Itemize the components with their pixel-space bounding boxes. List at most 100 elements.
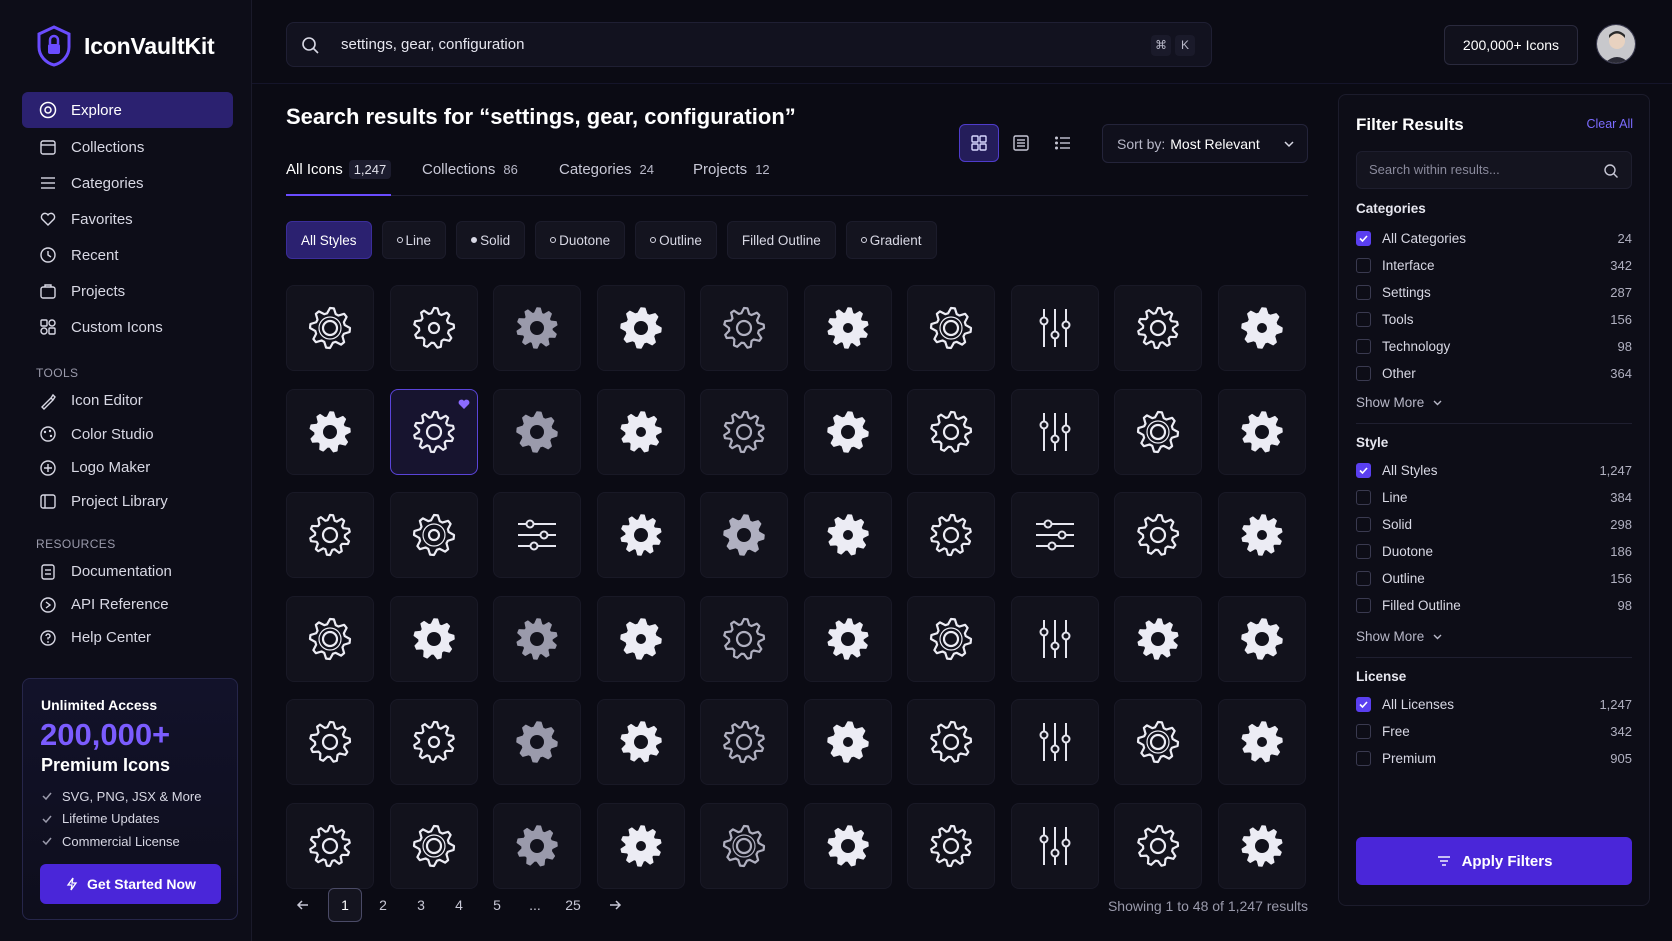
apply-filters-button[interactable]: Apply Filters: [1356, 837, 1632, 885]
style-option[interactable]: Solid 298: [1356, 513, 1632, 535]
icon-result-card[interactable]: [596, 802, 685, 889]
checkbox-icon[interactable]: [1356, 750, 1371, 766]
tab-collections[interactable]: Collections 86: [422, 161, 518, 196]
icon-result-card[interactable]: [1114, 595, 1202, 682]
checkbox-icon[interactable]: [1356, 543, 1371, 559]
icon-result-card[interactable]: [907, 388, 995, 475]
icon-result-card[interactable]: [493, 388, 581, 475]
nav-item-help-center[interactable]: Help Center: [22, 621, 233, 654]
icon-result-card[interactable]: [803, 802, 892, 889]
chip-filled-outline[interactable]: Filled Outline: [726, 221, 836, 259]
clear-all-link[interactable]: Clear All: [1586, 117, 1633, 131]
icon-result-card[interactable]: [389, 388, 478, 475]
icon-result-card[interactable]: [286, 595, 374, 682]
license-option[interactable]: Premium 905: [1356, 747, 1632, 769]
checkbox-icon[interactable]: [1356, 516, 1371, 532]
favorite-heart-icon[interactable]: [457, 397, 471, 411]
icon-result-card[interactable]: [907, 802, 995, 889]
style-show-more[interactable]: Show More: [1356, 629, 1443, 644]
icon-result-card[interactable]: [1114, 699, 1202, 785]
chip-duotone[interactable]: Duotone: [535, 221, 626, 259]
icon-result-card[interactable]: [1217, 595, 1306, 682]
icon-result-card[interactable]: [493, 492, 581, 578]
nav-item-projects[interactable]: Projects: [22, 273, 233, 309]
icon-result-card[interactable]: [1217, 492, 1306, 578]
checkbox-icon[interactable]: [1356, 257, 1371, 273]
style-option[interactable]: Filled Outline 98: [1356, 594, 1632, 616]
icon-result-card[interactable]: [1010, 699, 1099, 785]
checkbox-icon[interactable]: [1356, 284, 1371, 300]
icon-result-card[interactable]: [493, 699, 581, 785]
icon-result-card[interactable]: [700, 285, 788, 371]
style-option[interactable]: Line 384: [1356, 486, 1632, 508]
checkbox-icon[interactable]: [1356, 338, 1371, 354]
icon-result-card[interactable]: [1114, 285, 1202, 371]
app-logo[interactable]: IconVaultKit: [36, 25, 215, 67]
icon-result-card[interactable]: [286, 492, 374, 578]
category-option[interactable]: Technology 98: [1356, 335, 1632, 357]
icon-result-card[interactable]: [1114, 388, 1202, 475]
icon-result-card[interactable]: [907, 595, 995, 682]
icon-result-card[interactable]: [389, 595, 478, 682]
icon-result-card[interactable]: [700, 492, 788, 578]
avatar[interactable]: [1596, 24, 1636, 64]
icon-count-badge[interactable]: 200,000+ Icons: [1444, 25, 1578, 65]
icon-result-card[interactable]: [493, 802, 581, 889]
nav-item-documentation[interactable]: Documentation: [22, 555, 233, 588]
checkbox-checked-icon[interactable]: [1356, 696, 1371, 712]
page-25[interactable]: 25: [556, 888, 590, 922]
icon-result-card[interactable]: [596, 492, 685, 578]
icon-result-card[interactable]: [803, 595, 892, 682]
icon-result-card[interactable]: [389, 699, 478, 785]
icon-result-card[interactable]: [803, 699, 892, 785]
nav-item-color-studio[interactable]: Color Studio: [22, 418, 233, 452]
categories-show-more[interactable]: Show More: [1356, 395, 1443, 410]
nav-item-collections[interactable]: Collections: [22, 129, 233, 165]
page-1[interactable]: 1: [328, 888, 362, 922]
nav-item-project-library[interactable]: Project Library: [22, 485, 233, 519]
chip-line[interactable]: Line: [381, 221, 447, 259]
icon-result-card[interactable]: [493, 285, 581, 371]
icon-result-card[interactable]: [803, 492, 892, 578]
page-5[interactable]: 5: [480, 888, 514, 922]
chip-solid[interactable]: Solid: [456, 221, 526, 259]
icon-result-card[interactable]: [493, 595, 581, 682]
style-option[interactable]: All Styles 1,247: [1356, 459, 1632, 481]
category-option[interactable]: Interface 342: [1356, 254, 1632, 276]
next-page-button[interactable]: [598, 888, 632, 922]
nav-item-favorites[interactable]: Favorites: [22, 201, 233, 237]
get-started-button[interactable]: Get Started Now: [40, 864, 221, 904]
nav-item-logo-maker[interactable]: Logo Maker: [22, 451, 233, 485]
icon-result-card[interactable]: [907, 492, 995, 578]
category-option[interactable]: Tools 156: [1356, 308, 1632, 330]
icon-result-card[interactable]: [1217, 388, 1306, 475]
category-option[interactable]: All Categories 24: [1356, 227, 1632, 249]
icon-result-card[interactable]: [286, 699, 374, 785]
tab-projects[interactable]: Projects 12: [693, 161, 770, 196]
icon-result-card[interactable]: [1010, 492, 1099, 578]
license-option[interactable]: All Licenses 1,247: [1356, 693, 1632, 715]
category-option[interactable]: Settings 287: [1356, 281, 1632, 303]
chip-all-styles[interactable]: All Styles: [286, 221, 372, 259]
nav-item-icon-editor[interactable]: Icon Editor: [22, 384, 233, 418]
icon-result-card[interactable]: [700, 802, 788, 889]
search-bar[interactable]: settings, gear, configuration ⌘ K: [286, 22, 1212, 67]
nav-item-recent[interactable]: Recent: [22, 237, 233, 273]
icon-result-card[interactable]: [907, 699, 995, 785]
nav-item-explore[interactable]: Explore: [22, 92, 233, 128]
checkbox-icon[interactable]: [1356, 570, 1371, 586]
icon-result-card[interactable]: [907, 285, 995, 371]
checkbox-checked-icon[interactable]: [1356, 462, 1371, 478]
icon-result-card[interactable]: [700, 595, 788, 682]
checkbox-icon[interactable]: [1356, 723, 1371, 739]
icon-result-card[interactable]: [1217, 802, 1306, 889]
nav-item-categories[interactable]: Categories: [22, 165, 233, 201]
nav-item-api-reference[interactable]: API Reference: [22, 588, 233, 621]
icon-result-card[interactable]: [1010, 595, 1099, 682]
style-option[interactable]: Outline 156: [1356, 567, 1632, 589]
checkbox-checked-icon[interactable]: [1356, 230, 1371, 246]
search-input[interactable]: settings, gear, configuration: [341, 36, 524, 53]
page-4[interactable]: 4: [442, 888, 476, 922]
icon-result-card[interactable]: [596, 699, 685, 785]
tab-categories[interactable]: Categories 24: [559, 161, 654, 196]
